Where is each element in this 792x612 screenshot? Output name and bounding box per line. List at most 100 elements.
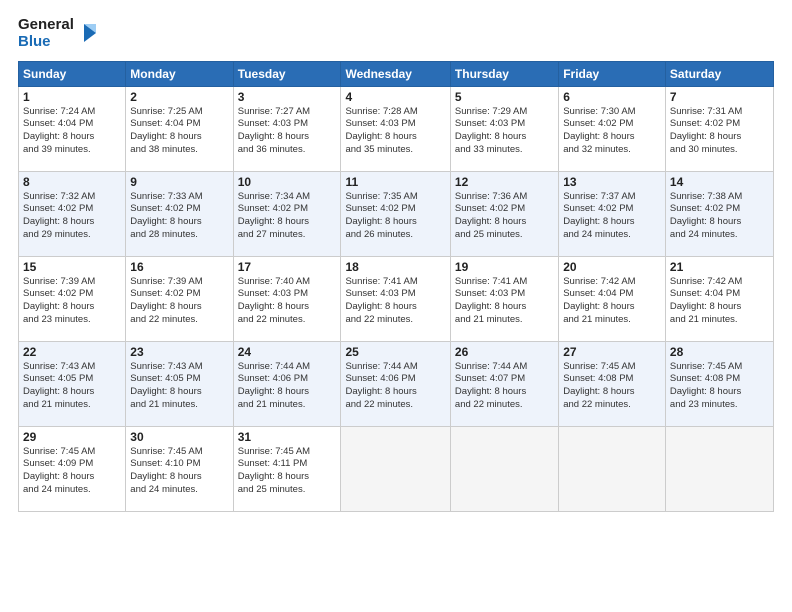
cell-info: Sunrise: 7:43 AM Sunset: 4:05 PM Dayligh… [23, 361, 121, 412]
calendar-cell: 13Sunrise: 7:37 AM Sunset: 4:02 PM Dayli… [559, 171, 666, 256]
cell-info: Sunrise: 7:25 AM Sunset: 4:04 PM Dayligh… [130, 106, 228, 157]
cell-info: Sunrise: 7:41 AM Sunset: 4:03 PM Dayligh… [345, 276, 445, 327]
logo-text-general: General [18, 16, 74, 33]
cell-info: Sunrise: 7:30 AM Sunset: 4:02 PM Dayligh… [563, 106, 661, 157]
calendar-cell [665, 426, 773, 511]
day-number: 1 [23, 90, 121, 104]
day-number: 15 [23, 260, 121, 274]
calendar-week-row: 29 Sunrise: 7:45 AM Sunset: 4:09 PM Dayli… [19, 426, 774, 511]
day-number: 5 [455, 90, 554, 104]
day-number: 21 [670, 260, 769, 274]
cell-info: Sunrise: 7:43 AM Sunset: 4:05 PM Dayligh… [130, 361, 228, 412]
cell-info: Sunrise: 7:27 AM Sunset: 4:03 PM Dayligh… [238, 106, 337, 157]
calendar-cell: 2 Sunrise: 7:25 AM Sunset: 4:04 PM Daylig… [126, 86, 233, 171]
day-number: 4 [345, 90, 445, 104]
calendar-cell: 10Sunrise: 7:34 AM Sunset: 4:02 PM Dayli… [233, 171, 341, 256]
logo-graphic: General Blue [18, 16, 98, 51]
calendar-cell: 29 Sunrise: 7:45 AM Sunset: 4:09 PM Dayli… [19, 426, 126, 511]
logo-arrow-icon [76, 22, 98, 44]
column-header-saturday: Saturday [665, 61, 773, 86]
calendar-cell: 20Sunrise: 7:42 AM Sunset: 4:04 PM Dayli… [559, 256, 666, 341]
column-header-friday: Friday [559, 61, 666, 86]
cell-info: Sunrise: 7:44 AM Sunset: 4:07 PM Dayligh… [455, 361, 554, 412]
cell-info: Sunrise: 7:45 AM Sunset: 4:11 PM Dayligh… [238, 446, 337, 497]
column-header-tuesday: Tuesday [233, 61, 341, 86]
cell-info: Sunrise: 7:35 AM Sunset: 4:02 PM Dayligh… [345, 191, 445, 242]
cell-info: Sunrise: 7:36 AM Sunset: 4:02 PM Dayligh… [455, 191, 554, 242]
cell-info: Sunrise: 7:31 AM Sunset: 4:02 PM Dayligh… [670, 106, 769, 157]
cell-info: Sunrise: 7:42 AM Sunset: 4:04 PM Dayligh… [670, 276, 769, 327]
calendar-week-row: 22Sunrise: 7:43 AM Sunset: 4:05 PM Dayli… [19, 341, 774, 426]
calendar-cell: 19 Sunrise: 7:41 AM Sunset: 4:03 PM Dayli… [450, 256, 558, 341]
calendar-cell: 25 Sunrise: 7:44 AM Sunset: 4:06 PM Dayli… [341, 341, 450, 426]
calendar-cell: 12 Sunrise: 7:36 AM Sunset: 4:02 PM Dayli… [450, 171, 558, 256]
day-number: 30 [130, 430, 228, 444]
calendar-cell [450, 426, 558, 511]
cell-info: Sunrise: 7:38 AM Sunset: 4:02 PM Dayligh… [670, 191, 769, 242]
cell-info: Sunrise: 7:41 AM Sunset: 4:03 PM Dayligh… [455, 276, 554, 327]
day-number: 11 [345, 175, 445, 189]
calendar-week-row: 15 Sunrise: 7:39 AM Sunset: 4:02 PM Dayli… [19, 256, 774, 341]
day-number: 24 [238, 345, 337, 359]
calendar-cell: 4 Sunrise: 7:28 AM Sunset: 4:03 PM Daylig… [341, 86, 450, 171]
cell-info: Sunrise: 7:45 AM Sunset: 4:08 PM Dayligh… [670, 361, 769, 412]
cell-info: Sunrise: 7:44 AM Sunset: 4:06 PM Dayligh… [345, 361, 445, 412]
column-header-monday: Monday [126, 61, 233, 86]
day-number: 12 [455, 175, 554, 189]
calendar-cell: 9Sunrise: 7:33 AM Sunset: 4:02 PM Daylig… [126, 171, 233, 256]
day-number: 19 [455, 260, 554, 274]
cell-info: Sunrise: 7:24 AM Sunset: 4:04 PM Dayligh… [23, 106, 121, 157]
day-number: 28 [670, 345, 769, 359]
day-number: 14 [670, 175, 769, 189]
day-number: 13 [563, 175, 661, 189]
column-header-thursday: Thursday [450, 61, 558, 86]
cell-info: Sunrise: 7:39 AM Sunset: 4:02 PM Dayligh… [130, 276, 228, 327]
day-number: 8 [23, 175, 121, 189]
day-number: 2 [130, 90, 228, 104]
calendar-cell: 26 Sunrise: 7:44 AM Sunset: 4:07 PM Dayli… [450, 341, 558, 426]
calendar-week-row: 1 Sunrise: 7:24 AM Sunset: 4:04 PM Daylig… [19, 86, 774, 171]
day-number: 23 [130, 345, 228, 359]
calendar-cell: 3 Sunrise: 7:27 AM Sunset: 4:03 PM Daylig… [233, 86, 341, 171]
column-header-wednesday: Wednesday [341, 61, 450, 86]
calendar-cell: 5 Sunrise: 7:29 AM Sunset: 4:03 PM Daylig… [450, 86, 558, 171]
day-number: 27 [563, 345, 661, 359]
cell-info: Sunrise: 7:44 AM Sunset: 4:06 PM Dayligh… [238, 361, 337, 412]
day-number: 3 [238, 90, 337, 104]
day-number: 10 [238, 175, 337, 189]
calendar-cell: 18Sunrise: 7:41 AM Sunset: 4:03 PM Dayli… [341, 256, 450, 341]
cell-info: Sunrise: 7:45 AM Sunset: 4:09 PM Dayligh… [23, 446, 121, 497]
logo-text-blue: Blue [18, 33, 74, 50]
calendar-cell: 22Sunrise: 7:43 AM Sunset: 4:05 PM Dayli… [19, 341, 126, 426]
day-number: 25 [345, 345, 445, 359]
calendar-cell: 31 Sunrise: 7:45 AM Sunset: 4:11 PM Dayli… [233, 426, 341, 511]
day-number: 9 [130, 175, 228, 189]
calendar-table: SundayMondayTuesdayWednesdayThursdayFrid… [18, 61, 774, 512]
calendar-cell: 16 Sunrise: 7:39 AM Sunset: 4:02 PM Dayli… [126, 256, 233, 341]
day-number: 29 [23, 430, 121, 444]
cell-info: Sunrise: 7:45 AM Sunset: 4:10 PM Dayligh… [130, 446, 228, 497]
calendar-cell: 21 Sunrise: 7:42 AM Sunset: 4:04 PM Dayli… [665, 256, 773, 341]
calendar-cell: 30 Sunrise: 7:45 AM Sunset: 4:10 PM Dayli… [126, 426, 233, 511]
day-number: 26 [455, 345, 554, 359]
calendar-cell: 8Sunrise: 7:32 AM Sunset: 4:02 PM Daylig… [19, 171, 126, 256]
day-number: 7 [670, 90, 769, 104]
calendar-cell: 6Sunrise: 7:30 AM Sunset: 4:02 PM Daylig… [559, 86, 666, 171]
calendar-header-row: SundayMondayTuesdayWednesdayThursdayFrid… [19, 61, 774, 86]
page: General Blue SundayMondayTuesdayWednesda… [0, 0, 792, 612]
calendar-cell: 28 Sunrise: 7:45 AM Sunset: 4:08 PM Dayli… [665, 341, 773, 426]
day-number: 17 [238, 260, 337, 274]
calendar-cell: 1 Sunrise: 7:24 AM Sunset: 4:04 PM Daylig… [19, 86, 126, 171]
cell-info: Sunrise: 7:42 AM Sunset: 4:04 PM Dayligh… [563, 276, 661, 327]
cell-info: Sunrise: 7:40 AM Sunset: 4:03 PM Dayligh… [238, 276, 337, 327]
calendar-cell: 14 Sunrise: 7:38 AM Sunset: 4:02 PM Dayli… [665, 171, 773, 256]
calendar-cell: 15Sunrise: 7:39 AM Sunset: 4:02 PM Dayli… [19, 256, 126, 341]
calendar-cell [341, 426, 450, 511]
calendar-cell: 23 Sunrise: 7:43 AM Sunset: 4:05 PM Dayli… [126, 341, 233, 426]
cell-info: Sunrise: 7:28 AM Sunset: 4:03 PM Dayligh… [345, 106, 445, 157]
day-number: 16 [130, 260, 228, 274]
calendar-cell: 7 Sunrise: 7:31 AM Sunset: 4:02 PM Daylig… [665, 86, 773, 171]
day-number: 31 [238, 430, 337, 444]
column-header-sunday: Sunday [19, 61, 126, 86]
cell-info: Sunrise: 7:29 AM Sunset: 4:03 PM Dayligh… [455, 106, 554, 157]
